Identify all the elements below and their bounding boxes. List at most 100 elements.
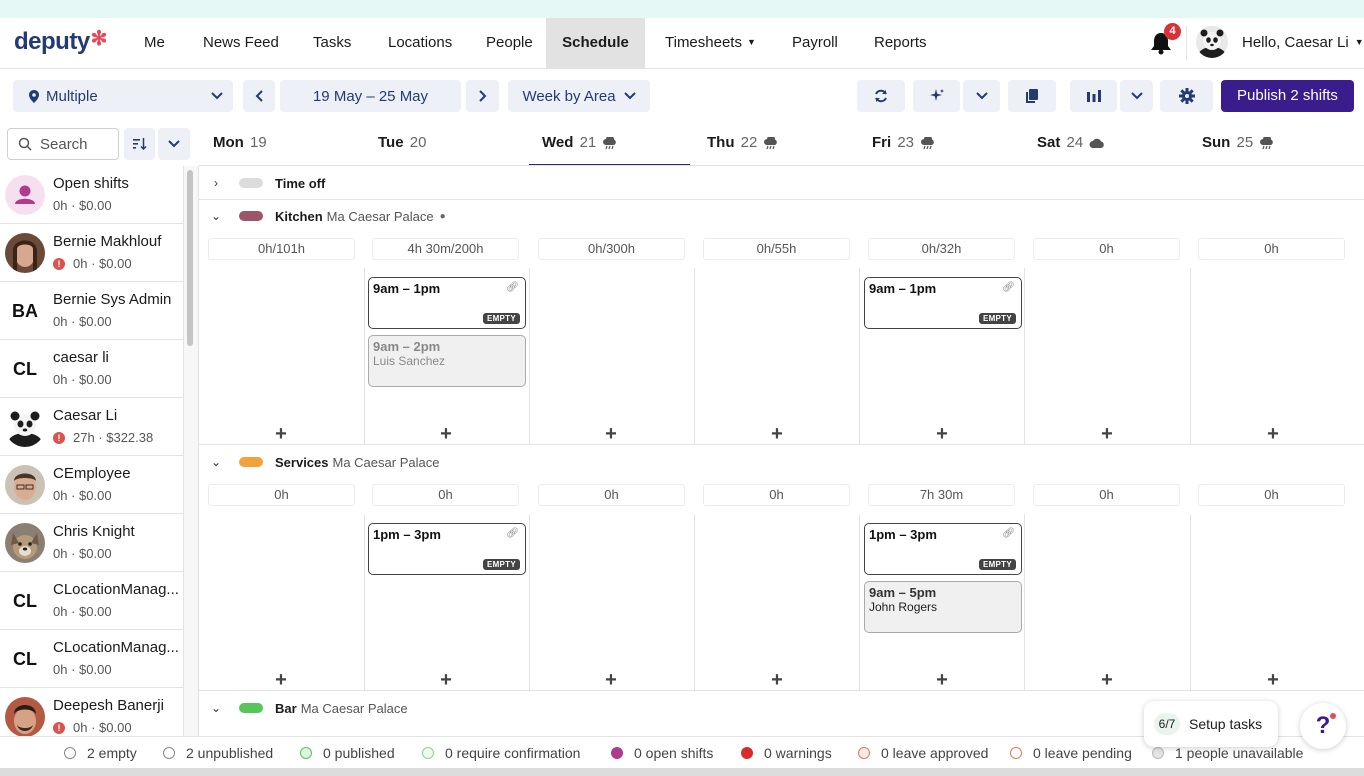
list-item-person[interactable]: CL CLocationManag... 0h · $0.00 xyxy=(0,630,183,688)
location-selector[interactable]: Multiple xyxy=(13,80,233,112)
view-selector[interactable]: Week by Area xyxy=(508,80,650,112)
area-kitchen[interactable]: ⌄ Kitchen Ma Caesar Palace ● xyxy=(199,200,1364,232)
person-hours-cost: 0h · $0.00 xyxy=(53,546,112,561)
sort-dropdown[interactable] xyxy=(158,128,190,160)
publish-shifts-button[interactable]: Publish 2 shifts xyxy=(1221,80,1354,112)
settings-button[interactable] xyxy=(1160,80,1213,112)
people-list-scrollbar[interactable] xyxy=(187,170,193,346)
nav-reports[interactable]: Reports xyxy=(856,18,945,68)
insights-dropdown[interactable] xyxy=(1120,80,1153,112)
services-hours-sun: 0h xyxy=(1198,484,1345,506)
auto-schedule-dropdown[interactable] xyxy=(963,80,1000,112)
divider xyxy=(199,165,1364,166)
column-divider xyxy=(694,268,695,444)
search-input[interactable] xyxy=(40,135,110,153)
legend-require-confirmation[interactable]: 0 require confirmation xyxy=(422,745,580,761)
user-avatar[interactable] xyxy=(1196,26,1228,58)
legend-empty[interactable]: 2 empty xyxy=(64,745,137,761)
search-box[interactable] xyxy=(7,128,119,160)
nav-news-feed[interactable]: News Feed xyxy=(185,18,297,68)
refresh-button[interactable] xyxy=(857,80,905,112)
add-shift-button[interactable]: + xyxy=(767,424,787,444)
empty-badge: EMPTY xyxy=(978,313,1016,324)
add-shift-button[interactable]: + xyxy=(1097,670,1117,690)
deputy-logo[interactable]: deputy ✻ xyxy=(14,28,107,56)
open-shift-card[interactable]: 9am – 1pm 🔗︎ EMPTY xyxy=(864,277,1022,329)
day-header-fri[interactable]: Fri 23 xyxy=(859,128,1020,166)
legend-people-unavailable[interactable]: 1 people unavailable xyxy=(1152,745,1303,761)
nav-me[interactable]: Me xyxy=(126,18,183,68)
day-header-mon[interactable]: Mon 19 xyxy=(200,128,361,166)
date-range-picker[interactable]: 19 May – 25 May xyxy=(280,80,461,112)
add-shift-button[interactable]: + xyxy=(932,670,952,690)
add-shift-button[interactable]: + xyxy=(767,670,787,690)
list-item-person[interactable]: CEmployee 0h · $0.00 xyxy=(0,456,183,514)
list-item-person[interactable]: CL CLocationManag... 0h · $0.00 xyxy=(0,572,183,630)
add-shift-button[interactable]: + xyxy=(436,424,456,444)
add-shift-button[interactable]: + xyxy=(932,424,952,444)
legend-leave-approved[interactable]: 0 leave approved xyxy=(858,745,988,761)
add-shift-button[interactable]: + xyxy=(1097,424,1117,444)
area-services[interactable]: ⌄ Services Ma Caesar Palace xyxy=(199,446,1364,478)
legend-published[interactable]: 0 published xyxy=(300,745,395,761)
shift-card[interactable]: 9am – 2pm Luis Sanchez xyxy=(368,335,526,387)
insights-button[interactable] xyxy=(1070,80,1117,112)
people-list: Open shifts 0h · $0.00 Bernie Makhlouf !… xyxy=(0,166,184,736)
avatar-initials: CL xyxy=(13,359,37,379)
add-shift-button[interactable]: + xyxy=(271,424,291,444)
list-item-person[interactable]: CL caesar li 0h · $0.00 xyxy=(0,340,183,398)
add-shift-button[interactable]: + xyxy=(1263,670,1283,690)
open-shift-card[interactable]: 1pm – 3pm 🔗︎ EMPTY xyxy=(864,523,1022,575)
list-item-person[interactable]: Chris Knight 0h · $0.00 xyxy=(0,514,183,572)
shift-time: 1pm – 3pm xyxy=(373,527,441,542)
list-item-open-shifts[interactable]: Open shifts 0h · $0.00 xyxy=(0,166,183,224)
day-header-sat[interactable]: Sat 24 xyxy=(1024,128,1185,166)
add-shift-button[interactable]: + xyxy=(601,670,621,690)
nav-payroll[interactable]: Payroll xyxy=(774,18,856,68)
column-divider xyxy=(694,514,695,690)
day-header-thu[interactable]: Thu 22 xyxy=(694,128,855,166)
add-shift-button[interactable]: + xyxy=(601,424,621,444)
nav-schedule[interactable]: Schedule xyxy=(546,18,645,68)
shift-card[interactable]: 9am – 5pm John Rogers xyxy=(864,581,1022,633)
chevron-down-icon xyxy=(623,92,636,100)
avatar-initials: CL xyxy=(13,649,37,669)
add-shift-button[interactable]: + xyxy=(1263,424,1283,444)
nav-timesheets[interactable]: Timesheets ▼ xyxy=(647,18,774,68)
add-shift-button[interactable]: + xyxy=(436,670,456,690)
setup-tasks-button[interactable]: 6/7 Setup tasks xyxy=(1144,701,1278,747)
person-name: Caesar Li xyxy=(53,407,118,424)
legend-unpublished[interactable]: 2 unpublished xyxy=(163,745,273,761)
area-location: Ma Caesar Palace xyxy=(300,700,408,716)
day-header-sun[interactable]: Sun 25 xyxy=(1189,128,1350,166)
copy-button[interactable] xyxy=(1008,80,1056,112)
add-shift-button[interactable]: + xyxy=(271,670,291,690)
column-divider xyxy=(529,514,530,690)
nav-tasks[interactable]: Tasks xyxy=(295,18,369,68)
list-item-person[interactable]: BA Bernie Sys Admin 0h · $0.00 xyxy=(0,282,183,340)
open-shift-card[interactable]: 1pm – 3pm 🔗︎ EMPTY xyxy=(368,523,526,575)
previous-week-button[interactable] xyxy=(243,80,275,112)
legend-leave-pending[interactable]: 0 leave pending xyxy=(1010,745,1132,761)
list-item-person[interactable]: Deepesh Banerji ! 0h · $0.00 xyxy=(0,688,183,736)
list-item-person[interactable]: Bernie Makhlouf ! 0h · $0.00 xyxy=(0,224,183,282)
auto-schedule-button[interactable] xyxy=(913,80,960,112)
help-button[interactable]: ? xyxy=(1300,703,1346,749)
area-time-off[interactable]: › Time off xyxy=(199,167,1364,199)
sort-button[interactable] xyxy=(124,128,155,160)
legend-warnings[interactable]: 0 warnings xyxy=(741,745,832,761)
nav-people[interactable]: People xyxy=(468,18,551,68)
list-item-person[interactable]: Caesar Li ! 27h · $322.38 xyxy=(0,398,183,456)
shift-employee: Luis Sanchez xyxy=(373,354,446,368)
user-menu[interactable]: Hello, Caesar Li ▼ xyxy=(1242,18,1364,68)
chevron-down-icon: ⌄ xyxy=(210,209,222,223)
legend-open-shifts[interactable]: 0 open shifts xyxy=(611,745,713,761)
day-header-wed[interactable]: Wed 21 xyxy=(529,128,690,166)
avatar-initials: CL xyxy=(13,591,37,611)
open-shift-card[interactable]: 9am – 1pm 🔗︎ EMPTY xyxy=(368,277,526,329)
next-week-button[interactable] xyxy=(466,80,499,112)
day-header-tue[interactable]: Tue 20 xyxy=(365,128,526,166)
nav-locations[interactable]: Locations xyxy=(370,18,470,68)
kitchen-hours-thu: 0h/55h xyxy=(703,238,850,260)
status-dot xyxy=(611,747,623,759)
